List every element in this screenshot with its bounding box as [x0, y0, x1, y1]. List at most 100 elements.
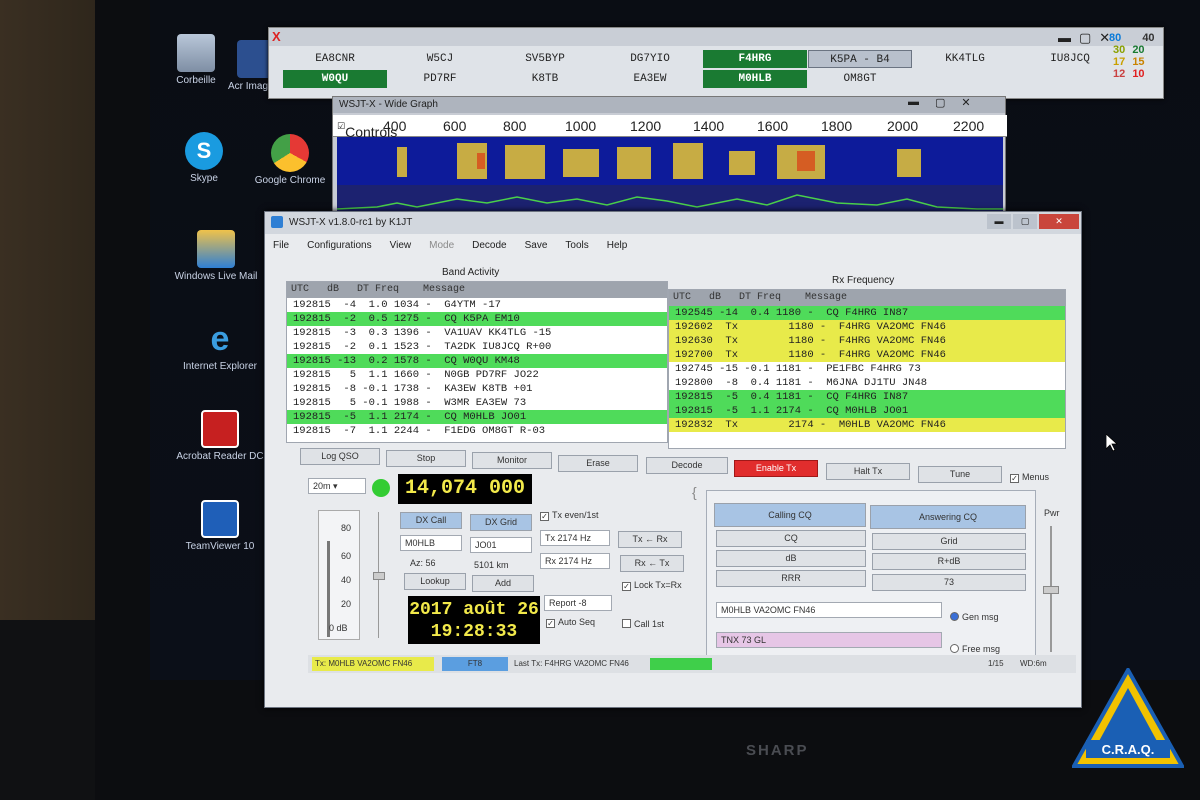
lock-tx-rx-checkbox[interactable]: ✓ Lock Tx=Rx	[622, 580, 682, 591]
73-button[interactable]: 73	[872, 574, 1026, 591]
grid-button[interactable]: Grid	[872, 533, 1026, 550]
power-slider[interactable]	[1043, 526, 1059, 652]
dx-call-button[interactable]: DX Call	[400, 512, 462, 529]
decode-row[interactable]: 192602 Tx 1180 - F4HRG VA2OMC FN46	[669, 320, 1065, 334]
band-80-label[interactable]: 80	[1109, 32, 1121, 44]
minimize-icon[interactable]: ▬	[987, 214, 1011, 229]
decode-row[interactable]: 192815 -2 0.1 1523 - TA2DK IU8JCQ R+00	[287, 340, 667, 354]
waterfall-display[interactable]	[337, 137, 1003, 185]
tune-button[interactable]: Tune	[918, 466, 1002, 483]
slider-handle[interactable]	[373, 572, 385, 580]
lookup-button[interactable]: Lookup	[404, 573, 466, 590]
calling-cq-tab[interactable]: Calling CQ	[714, 503, 866, 527]
menu-help[interactable]: Help	[607, 240, 628, 251]
free-msg-radio[interactable]: Free msg	[950, 644, 1000, 654]
desktop-icon-internet-explorer[interactable]: e Internet Explorer	[174, 320, 266, 373]
close-icon[interactable]: ✕	[1099, 30, 1110, 46]
band-select[interactable]: 20m ▾	[308, 478, 366, 494]
monitor-button[interactable]: Monitor	[472, 452, 552, 469]
band-15-label[interactable]: 15	[1132, 56, 1144, 68]
tx-frequency-spinner[interactable]: Tx 2174 Hz	[540, 530, 610, 546]
decode-row[interactable]: 192815 -8 -0.1 1738 - KA3EW K8TB +01	[287, 382, 667, 396]
erase-button[interactable]: Erase	[558, 455, 638, 472]
rx-frequency-spinner[interactable]: Rx 2174 Hz	[540, 553, 610, 569]
band-map-callsign[interactable]: SV5BYP	[493, 50, 597, 68]
answering-cq-tab[interactable]: Answering CQ	[870, 505, 1026, 529]
maximize-icon[interactable]: ▢	[1079, 30, 1091, 46]
band-20-label[interactable]: 20	[1132, 44, 1144, 56]
menu-view[interactable]: View	[390, 240, 412, 251]
band-map-callsign[interactable]: W5CJ	[388, 50, 492, 68]
decode-row[interactable]: 192815 -3 0.3 1396 - VA1UAV KK4TLG -15	[287, 326, 667, 340]
decode-row[interactable]: 192700 Tx 1180 - F4HRG VA2OMC FN46	[669, 348, 1065, 362]
menu-tools[interactable]: Tools	[565, 240, 588, 251]
stop-button[interactable]: Stop	[386, 450, 466, 467]
band-40-label[interactable]: 40	[1142, 32, 1154, 44]
decode-row[interactable]: 192545 -14 0.4 1180 - CQ F4HRG IN87	[669, 306, 1065, 320]
band-map-callsign[interactable]: K8TB	[493, 70, 597, 88]
band-map-callsign[interactable]: PD7RF	[388, 70, 492, 88]
band-map-callsign[interactable]: W0QU	[283, 70, 387, 88]
rrr-button[interactable]: RRR	[716, 570, 866, 587]
halt-tx-button[interactable]: Halt Tx	[826, 463, 910, 480]
report-spinner[interactable]: Report -8	[544, 595, 612, 611]
maximize-icon[interactable]: ▢	[935, 96, 945, 109]
generated-message-field[interactable]: M0HLB VA2OMC FN46	[716, 602, 942, 618]
decode-row[interactable]: 192815 -5 1.1 2174 - CQ M0HLB JO01	[669, 404, 1065, 418]
auto-seq-checkbox[interactable]: ✓ Auto Seq	[546, 617, 595, 628]
decode-button[interactable]: Decode	[646, 457, 728, 474]
decode-row[interactable]: 192815 -2 0.5 1275 - CQ K5PA EM10	[287, 312, 667, 326]
desktop-icon-acrobat-reader[interactable]: Acrobat Reader DC	[174, 410, 266, 463]
menu-mode[interactable]: Mode	[429, 240, 454, 251]
decode-row[interactable]: 192815 -13 0.2 1578 - CQ W0QU KM48	[287, 354, 667, 368]
decode-row[interactable]: 192800 -8 0.4 1181 - M6JNA DJ1TU JN48	[669, 376, 1065, 390]
close-icon[interactable]: ✕	[961, 96, 970, 109]
menu-save[interactable]: Save	[525, 240, 548, 251]
r-db-button[interactable]: R+dB	[872, 553, 1026, 570]
rx-from-tx-button[interactable]: Rx ← Tx	[620, 555, 684, 572]
band-map-callsign[interactable]: KK4TLG	[913, 50, 1017, 68]
slider-handle[interactable]	[1043, 586, 1059, 594]
menu-file[interactable]: File	[273, 240, 289, 251]
decode-row[interactable]: 192815 -7 1.1 2244 - F1EDG OM8GT R-03	[287, 424, 667, 438]
band-map-callsign[interactable]: EA3EW	[598, 70, 702, 88]
decode-row[interactable]: 192745 -15 -0.1 1181 - PE1FBC F4HRG 73	[669, 362, 1065, 376]
tx-from-rx-button[interactable]: Tx ← Rx	[618, 531, 682, 548]
enable-tx-button[interactable]: Enable Tx	[734, 460, 818, 477]
close-icon[interactable]: ✕	[1039, 214, 1079, 229]
gen-msg-radio[interactable]: Gen msg	[950, 612, 999, 622]
band-map-callsign[interactable]: K5PA - B4	[808, 50, 912, 68]
decode-row[interactable]: 192815 -4 1.0 1034 - G4YTM -17	[287, 298, 667, 312]
controls-checkbox[interactable]: ☑ Controls	[337, 121, 397, 140]
band-activity-panel[interactable]: UTC dB DT Freq Message 192815 -4 1.0 103…	[286, 281, 668, 443]
free-message-field[interactable]: TNX 73 GL	[716, 632, 942, 648]
menus-checkbox[interactable]: ✓ Menus	[1010, 472, 1049, 483]
dx-call-input[interactable]: M0HLB	[400, 535, 462, 551]
tx-even-checkbox[interactable]: ✓ Tx even/1st	[540, 510, 599, 521]
desktop-icon-teamviewer[interactable]: TeamViewer 10	[174, 500, 266, 553]
maximize-icon[interactable]: ▢	[1013, 214, 1037, 229]
band-10-label[interactable]: 10	[1132, 68, 1144, 80]
decode-row[interactable]: 192815 -5 0.4 1181 - CQ F4HRG IN87	[669, 390, 1065, 404]
menu-decode[interactable]: Decode	[472, 240, 506, 251]
rx-level-slider[interactable]	[373, 512, 390, 638]
db-button[interactable]: dB	[716, 550, 866, 567]
cq-button[interactable]: CQ	[716, 530, 866, 547]
decode-row[interactable]: 192832 Tx 2174 - M0HLB VA2OMC FN46	[669, 418, 1065, 432]
dx-grid-input[interactable]: JO01	[470, 537, 532, 553]
close-x-icon[interactable]: X	[272, 29, 281, 44]
decode-row[interactable]: 192815 5 -0.1 1988 - W3MR EA3EW 73	[287, 396, 667, 410]
desktop-icon-chrome[interactable]: Google Chrome	[244, 134, 336, 187]
desktop-icon-skype[interactable]: S Skype	[158, 132, 250, 185]
log-qso-button[interactable]: Log QSO	[300, 448, 380, 465]
dx-grid-button[interactable]: DX Grid	[470, 514, 532, 531]
band-map-callsign[interactable]: M0HLB	[703, 70, 807, 88]
menu-configurations[interactable]: Configurations	[307, 240, 371, 251]
desktop-icon-windows-live-mail[interactable]: Windows Live Mail	[170, 230, 262, 283]
band-map-callsign[interactable]: F4HRG	[703, 50, 807, 68]
band-map-callsign[interactable]: OM8GT	[808, 70, 912, 88]
minimize-icon[interactable]: ▬	[908, 96, 919, 109]
decode-row[interactable]: 192630 Tx 1180 - F4HRG VA2OMC FN46	[669, 334, 1065, 348]
minimize-icon[interactable]: ▬	[1058, 30, 1071, 46]
add-button[interactable]: Add	[472, 575, 534, 592]
